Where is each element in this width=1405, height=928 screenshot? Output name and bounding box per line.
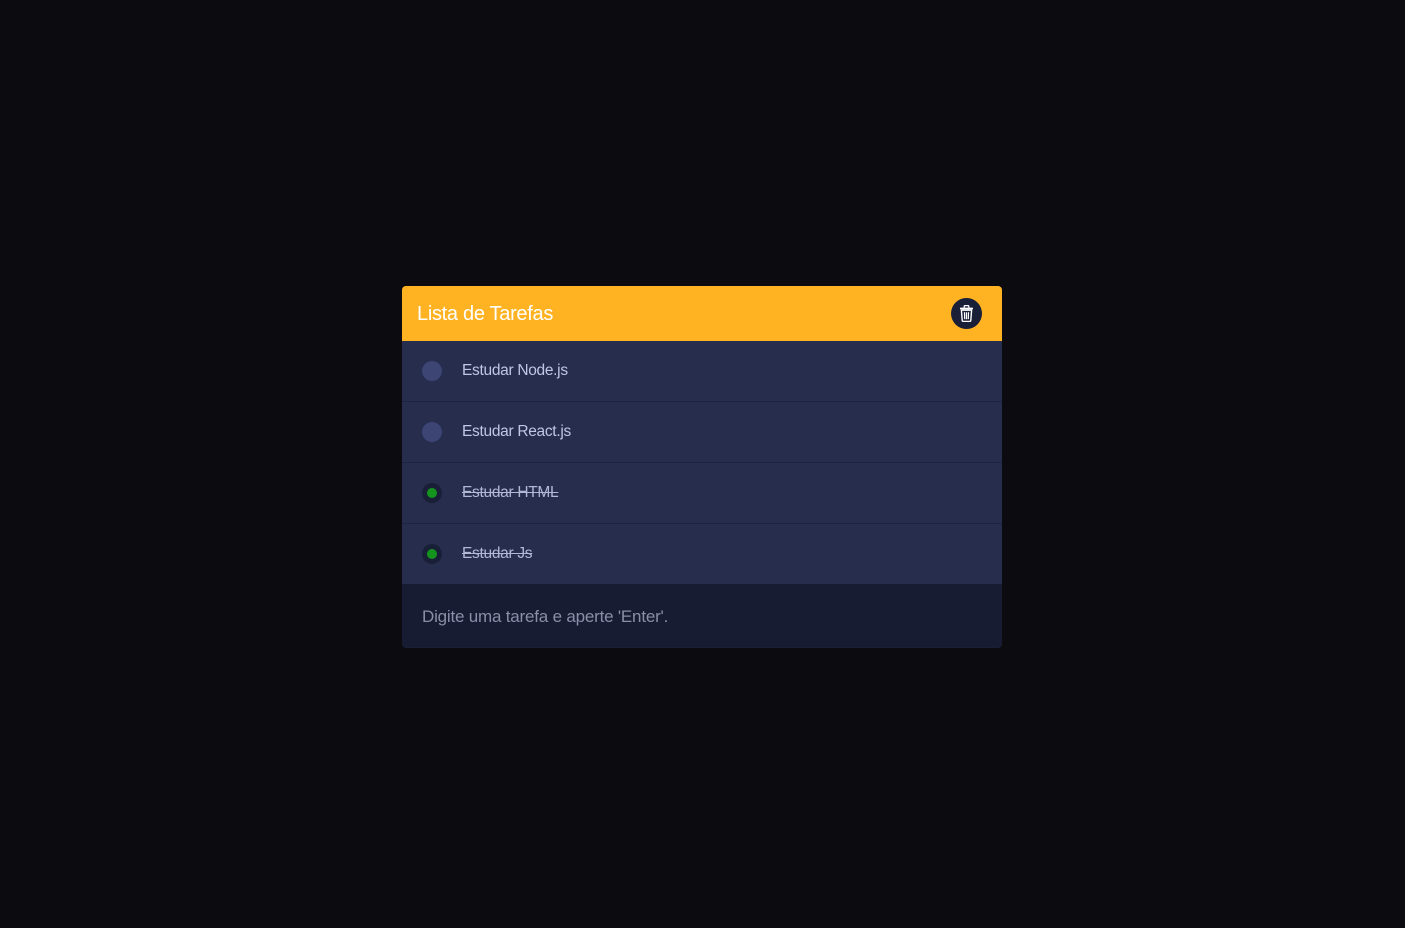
page-title: Lista de Tarefas [417,302,554,325]
task-checkbox[interactable] [422,422,442,442]
task-item[interactable]: Estudar React.js [402,402,1002,463]
task-item-done[interactable]: Estudar Js [402,524,1002,584]
new-task-input[interactable] [402,584,1002,647]
card-header: Lista de Tarefas [402,286,1002,341]
task-label: Estudar Node.js [462,362,568,379]
task-item-done[interactable]: Estudar HTML [402,463,1002,524]
checked-dot-icon [427,549,437,559]
task-list: Estudar Node.js Estudar React.js Estudar… [402,341,1002,584]
checked-dot-icon [427,488,437,498]
trash-icon [960,305,973,322]
task-label: Estudar HTML [462,484,559,501]
new-task-area [402,584,1002,647]
task-checkbox-checked[interactable] [422,544,442,564]
task-checkbox-checked[interactable] [422,483,442,503]
task-item[interactable]: Estudar Node.js [402,341,1002,402]
task-checkbox[interactable] [422,361,442,381]
task-label: Estudar Js [462,545,533,562]
clear-tasks-button[interactable] [951,298,982,329]
task-label: Estudar React.js [462,423,571,440]
todo-card: Lista de Tarefas Estudar Node.js Estudar… [402,286,1002,648]
